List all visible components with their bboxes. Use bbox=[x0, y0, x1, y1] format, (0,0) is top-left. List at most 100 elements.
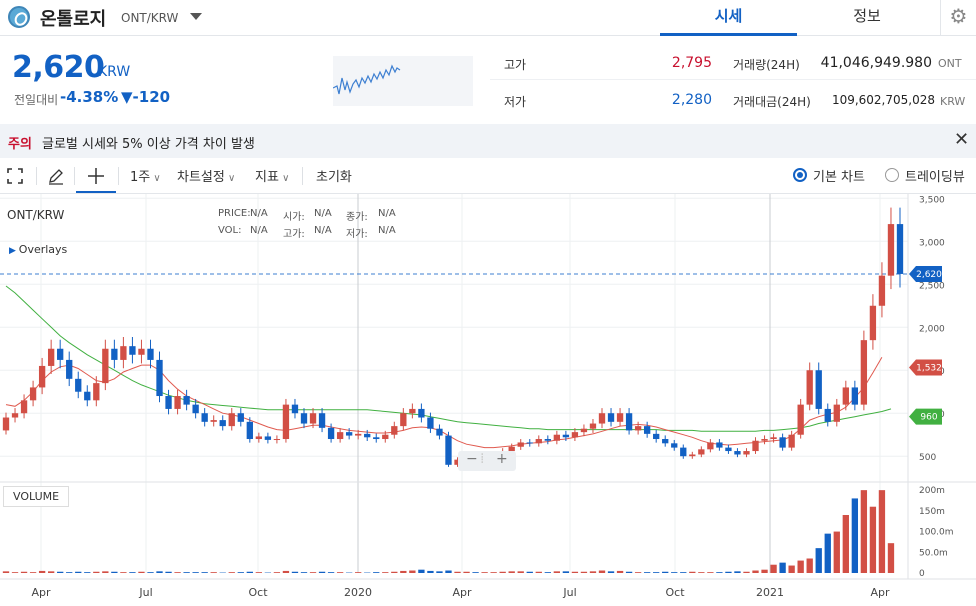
volume-bar bbox=[47, 571, 55, 573]
period-select[interactable]: 1주 ∨ bbox=[130, 166, 161, 185]
volume-bar bbox=[553, 571, 561, 573]
volume-bar bbox=[273, 572, 281, 573]
volume-bar bbox=[571, 571, 579, 573]
tradingview-label[interactable]: 트레이딩뷰 bbox=[905, 166, 965, 185]
y-axis-tick-label: 2,500 bbox=[919, 281, 945, 291]
candle bbox=[526, 442, 533, 444]
volume-bar bbox=[210, 572, 217, 573]
volume-bar bbox=[228, 572, 235, 573]
indicators-menu[interactable]: 지표 ∨ bbox=[255, 166, 289, 185]
candle bbox=[246, 421, 253, 440]
tab-price[interactable]: 시세 bbox=[660, 0, 797, 36]
chevron-down-icon[interactable] bbox=[190, 13, 202, 20]
zoom-control[interactable]: − ⁞ + bbox=[458, 451, 516, 471]
ohlc-price-value: N/A bbox=[250, 208, 268, 219]
crosshair-icon[interactable] bbox=[87, 167, 105, 185]
volume-bar bbox=[75, 571, 82, 573]
top-bar: 온톨로지 ONT/KRW 시세 정보 ⚙ bbox=[0, 0, 976, 36]
basic-chart-label[interactable]: 기본 차트 bbox=[813, 166, 865, 185]
volume-bar bbox=[743, 571, 750, 573]
ohlc-low-label: 저가: bbox=[346, 229, 368, 240]
x-axis-tick-label: 2020 bbox=[344, 586, 372, 599]
volume-bar bbox=[734, 571, 741, 573]
candle bbox=[156, 359, 163, 397]
volume-bar bbox=[192, 572, 199, 573]
tradingview-radio[interactable] bbox=[885, 168, 899, 182]
change-rate: -4.38% bbox=[60, 88, 119, 106]
volume-bar bbox=[183, 572, 190, 573]
volume-bar bbox=[725, 571, 732, 573]
chart-settings-menu[interactable]: 차트설정 ∨ bbox=[177, 166, 235, 185]
volume-bar bbox=[481, 572, 488, 573]
volume-bar bbox=[779, 562, 786, 573]
candle bbox=[680, 447, 687, 457]
ohlc-low-value: N/A bbox=[378, 225, 396, 236]
price-chart-area[interactable]: 5001,0001,5002,0002,5003,0003,500AprJulO… bbox=[0, 194, 976, 606]
volume-bar bbox=[544, 572, 551, 573]
candle bbox=[562, 434, 570, 438]
y-axis-tick-label: 3,500 bbox=[919, 195, 945, 205]
candle bbox=[174, 396, 181, 409]
candle bbox=[282, 404, 290, 440]
high-label: 고가 bbox=[504, 58, 527, 72]
volume-bar bbox=[788, 565, 795, 573]
gear-icon[interactable]: ⚙ bbox=[940, 0, 976, 36]
high-value: 2,795 bbox=[671, 55, 712, 71]
volume-bar bbox=[409, 570, 416, 573]
volume-bar bbox=[508, 571, 515, 573]
reset-button[interactable]: 초기화 bbox=[316, 166, 352, 185]
volume-bar bbox=[454, 571, 461, 573]
zoom-in-button[interactable]: + bbox=[496, 451, 508, 467]
candle bbox=[418, 408, 425, 418]
volume-bar bbox=[625, 571, 633, 573]
candle bbox=[436, 428, 443, 436]
volume-bar bbox=[355, 572, 362, 573]
volume-bar bbox=[851, 498, 859, 573]
volume-bar bbox=[707, 572, 714, 573]
coin-pair[interactable]: ONT/KRW bbox=[121, 11, 178, 25]
volume-bar bbox=[336, 572, 344, 573]
basic-chart-radio[interactable] bbox=[793, 168, 807, 182]
coin-name[interactable]: 온톨로지 bbox=[40, 5, 106, 31]
ohlc-open-label: 시가: bbox=[283, 212, 305, 223]
volume-bar bbox=[165, 571, 172, 573]
candle bbox=[743, 451, 750, 455]
candle bbox=[373, 437, 380, 440]
ohlc-open-value: N/A bbox=[314, 208, 332, 219]
volume-bar bbox=[138, 571, 145, 573]
zoom-divider: ⁞ bbox=[480, 451, 485, 467]
tab-info[interactable]: 정보 bbox=[800, 0, 934, 36]
volume-bar bbox=[11, 572, 19, 573]
candle bbox=[47, 348, 55, 366]
volume-bar bbox=[643, 572, 651, 573]
candle bbox=[138, 348, 145, 355]
volume-bar bbox=[607, 571, 615, 573]
fullscreen-icon[interactable] bbox=[7, 168, 23, 184]
price-gap-notice: 주의 글로벌 시세와 5% 이상 가격 차이 발생 ✕ bbox=[0, 124, 976, 158]
candle bbox=[598, 413, 606, 424]
candlestick-chart[interactable]: 5001,0001,5002,0002,5003,0003,500AprJulO… bbox=[0, 194, 976, 606]
volume-bar bbox=[797, 560, 804, 573]
volume-bar bbox=[878, 490, 886, 573]
overlays-toggle[interactable]: ▶ Overlays bbox=[9, 243, 67, 256]
volume-bar bbox=[806, 558, 813, 573]
ohlc-price-label: PRICE: bbox=[218, 208, 251, 219]
volume-bar bbox=[526, 571, 533, 573]
volume-bar bbox=[752, 570, 759, 573]
volume-bar bbox=[282, 570, 290, 573]
candle bbox=[734, 451, 741, 455]
volume-axis-tick-label: 200m bbox=[919, 486, 945, 496]
candle bbox=[779, 437, 786, 448]
close-icon[interactable]: ✕ bbox=[954, 129, 969, 150]
price-currency: KRW bbox=[98, 64, 131, 80]
volume-axis-tick-label: 50.0m bbox=[919, 548, 948, 558]
volume-bar bbox=[20, 571, 28, 573]
candle bbox=[788, 434, 795, 448]
candle bbox=[237, 413, 244, 422]
volume-bar bbox=[770, 564, 777, 573]
candle bbox=[851, 387, 859, 405]
volume-bar bbox=[111, 571, 118, 573]
candle bbox=[111, 348, 118, 360]
zoom-out-button[interactable]: − bbox=[466, 451, 478, 467]
pencil-icon[interactable] bbox=[47, 167, 65, 185]
